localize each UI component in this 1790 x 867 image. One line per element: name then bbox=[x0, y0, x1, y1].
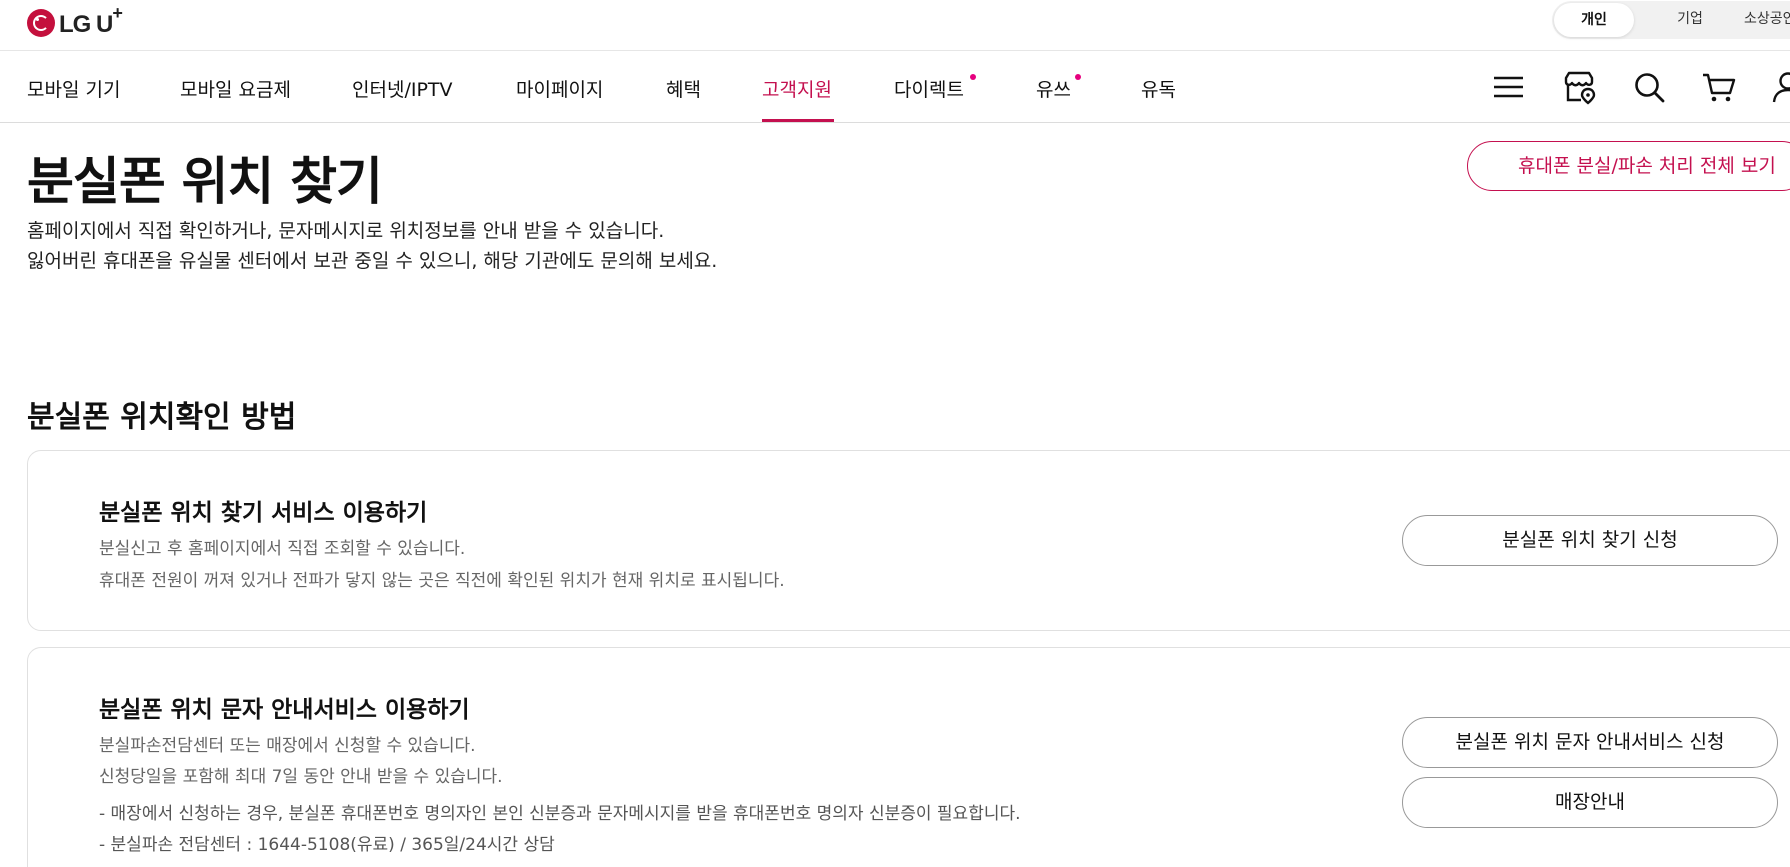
search-icon[interactable] bbox=[1631, 69, 1667, 105]
lg-uplus-logo[interactable]: LG U+ bbox=[27, 3, 123, 39]
nav-internet-iptv[interactable]: 인터넷/IPTV bbox=[352, 75, 453, 102]
location-service-card: 분실폰 위치 찾기 서비스 이용하기 분실신고 후 홈페이지에서 직접 조회할 … bbox=[27, 450, 1790, 631]
location-find-apply-button[interactable]: 분실폰 위치 찾기 신청 bbox=[1402, 515, 1778, 566]
section-title: 분실폰 위치확인 방법 bbox=[27, 400, 297, 435]
store-guide-button[interactable]: 매장안내 bbox=[1402, 777, 1778, 828]
cart-icon[interactable] bbox=[1701, 69, 1737, 105]
menu-icon[interactable] bbox=[1491, 69, 1527, 105]
page-title: 분실폰 위치 찾기 bbox=[27, 153, 383, 212]
store-icon[interactable] bbox=[1561, 69, 1597, 105]
segment-business[interactable]: 기업 bbox=[1662, 1, 1718, 39]
page-description-line-2: 잃어버린 휴대폰을 유실물 센터에서 보관 중일 수 있으니, 해당 기관에도 … bbox=[27, 250, 718, 272]
logo-text: LG U bbox=[59, 11, 113, 38]
main-nav: 모바일 기기 모바일 요금제 인터넷/IPTV 마이페이지 혜택 고객지원 다이… bbox=[0, 51, 1790, 123]
customer-type-switch: 개인 기업 소상공인 bbox=[1552, 1, 1790, 39]
nav-customer-support[interactable]: 고객지원 bbox=[762, 75, 832, 102]
nav-direct[interactable]: 다이렉트 bbox=[894, 75, 964, 102]
card-text: 분실파손전담센터 또는 매장에서 신청할 수 있습니다. bbox=[99, 736, 476, 756]
page-description-line-1: 홈페이지에서 직접 확인하거나, 문자메시지로 위치정보를 안내 받을 수 있습… bbox=[27, 220, 665, 242]
nav-benefits[interactable]: 혜택 bbox=[666, 75, 701, 102]
nav-youth[interactable]: 유쓰 bbox=[1036, 75, 1071, 102]
nav-active-underline bbox=[762, 119, 834, 122]
nav-direct-new-dot bbox=[970, 74, 976, 80]
card-note: - 매장에서 신청하는 경우, 분실폰 휴대폰번호 명의자인 본인 신분증과 문… bbox=[99, 804, 1021, 824]
card-text: 신청당일을 포함해 최대 7일 동안 안내 받을 수 있습니다. bbox=[99, 767, 503, 787]
logo-sup: + bbox=[112, 3, 122, 23]
lg-logo-icon bbox=[27, 9, 55, 37]
card-text: 휴대폰 전원이 꺼져 있거나 전파가 닿지 않는 곳은 직전에 확인된 위치가 … bbox=[99, 571, 785, 591]
sms-location-apply-button[interactable]: 분실폰 위치 문자 안내서비스 신청 bbox=[1402, 717, 1778, 768]
top-bar: LG U+ 개인 기업 소상공인 bbox=[0, 0, 1790, 51]
lost-damage-all-button[interactable]: 휴대폰 분실/파손 처리 전체 보기 bbox=[1467, 141, 1790, 191]
card-text: 분실신고 후 홈페이지에서 직접 조회할 수 있습니다. bbox=[99, 539, 466, 559]
sms-location-service-card: 분실폰 위치 문자 안내서비스 이용하기 분실파손전담센터 또는 매장에서 신청… bbox=[27, 647, 1790, 867]
nav-mobile-devices[interactable]: 모바일 기기 bbox=[27, 75, 120, 102]
card-title: 분실폰 위치 찾기 서비스 이용하기 bbox=[99, 500, 428, 526]
segment-small-business[interactable]: 소상공인 bbox=[1744, 1, 1790, 39]
card-note: - 분실파손 전담센터 : 1644-5108(유료) / 365일/24시간 … bbox=[99, 835, 555, 855]
card-title: 분실폰 위치 문자 안내서비스 이용하기 bbox=[99, 697, 470, 723]
user-icon[interactable] bbox=[1770, 69, 1790, 105]
nav-udok[interactable]: 유독 bbox=[1141, 75, 1176, 102]
nav-youth-new-dot bbox=[1075, 74, 1081, 80]
nav-mobile-plans[interactable]: 모바일 요금제 bbox=[180, 75, 291, 102]
nav-mypage[interactable]: 마이페이지 bbox=[516, 75, 603, 102]
segment-personal[interactable]: 개인 bbox=[1554, 3, 1634, 37]
